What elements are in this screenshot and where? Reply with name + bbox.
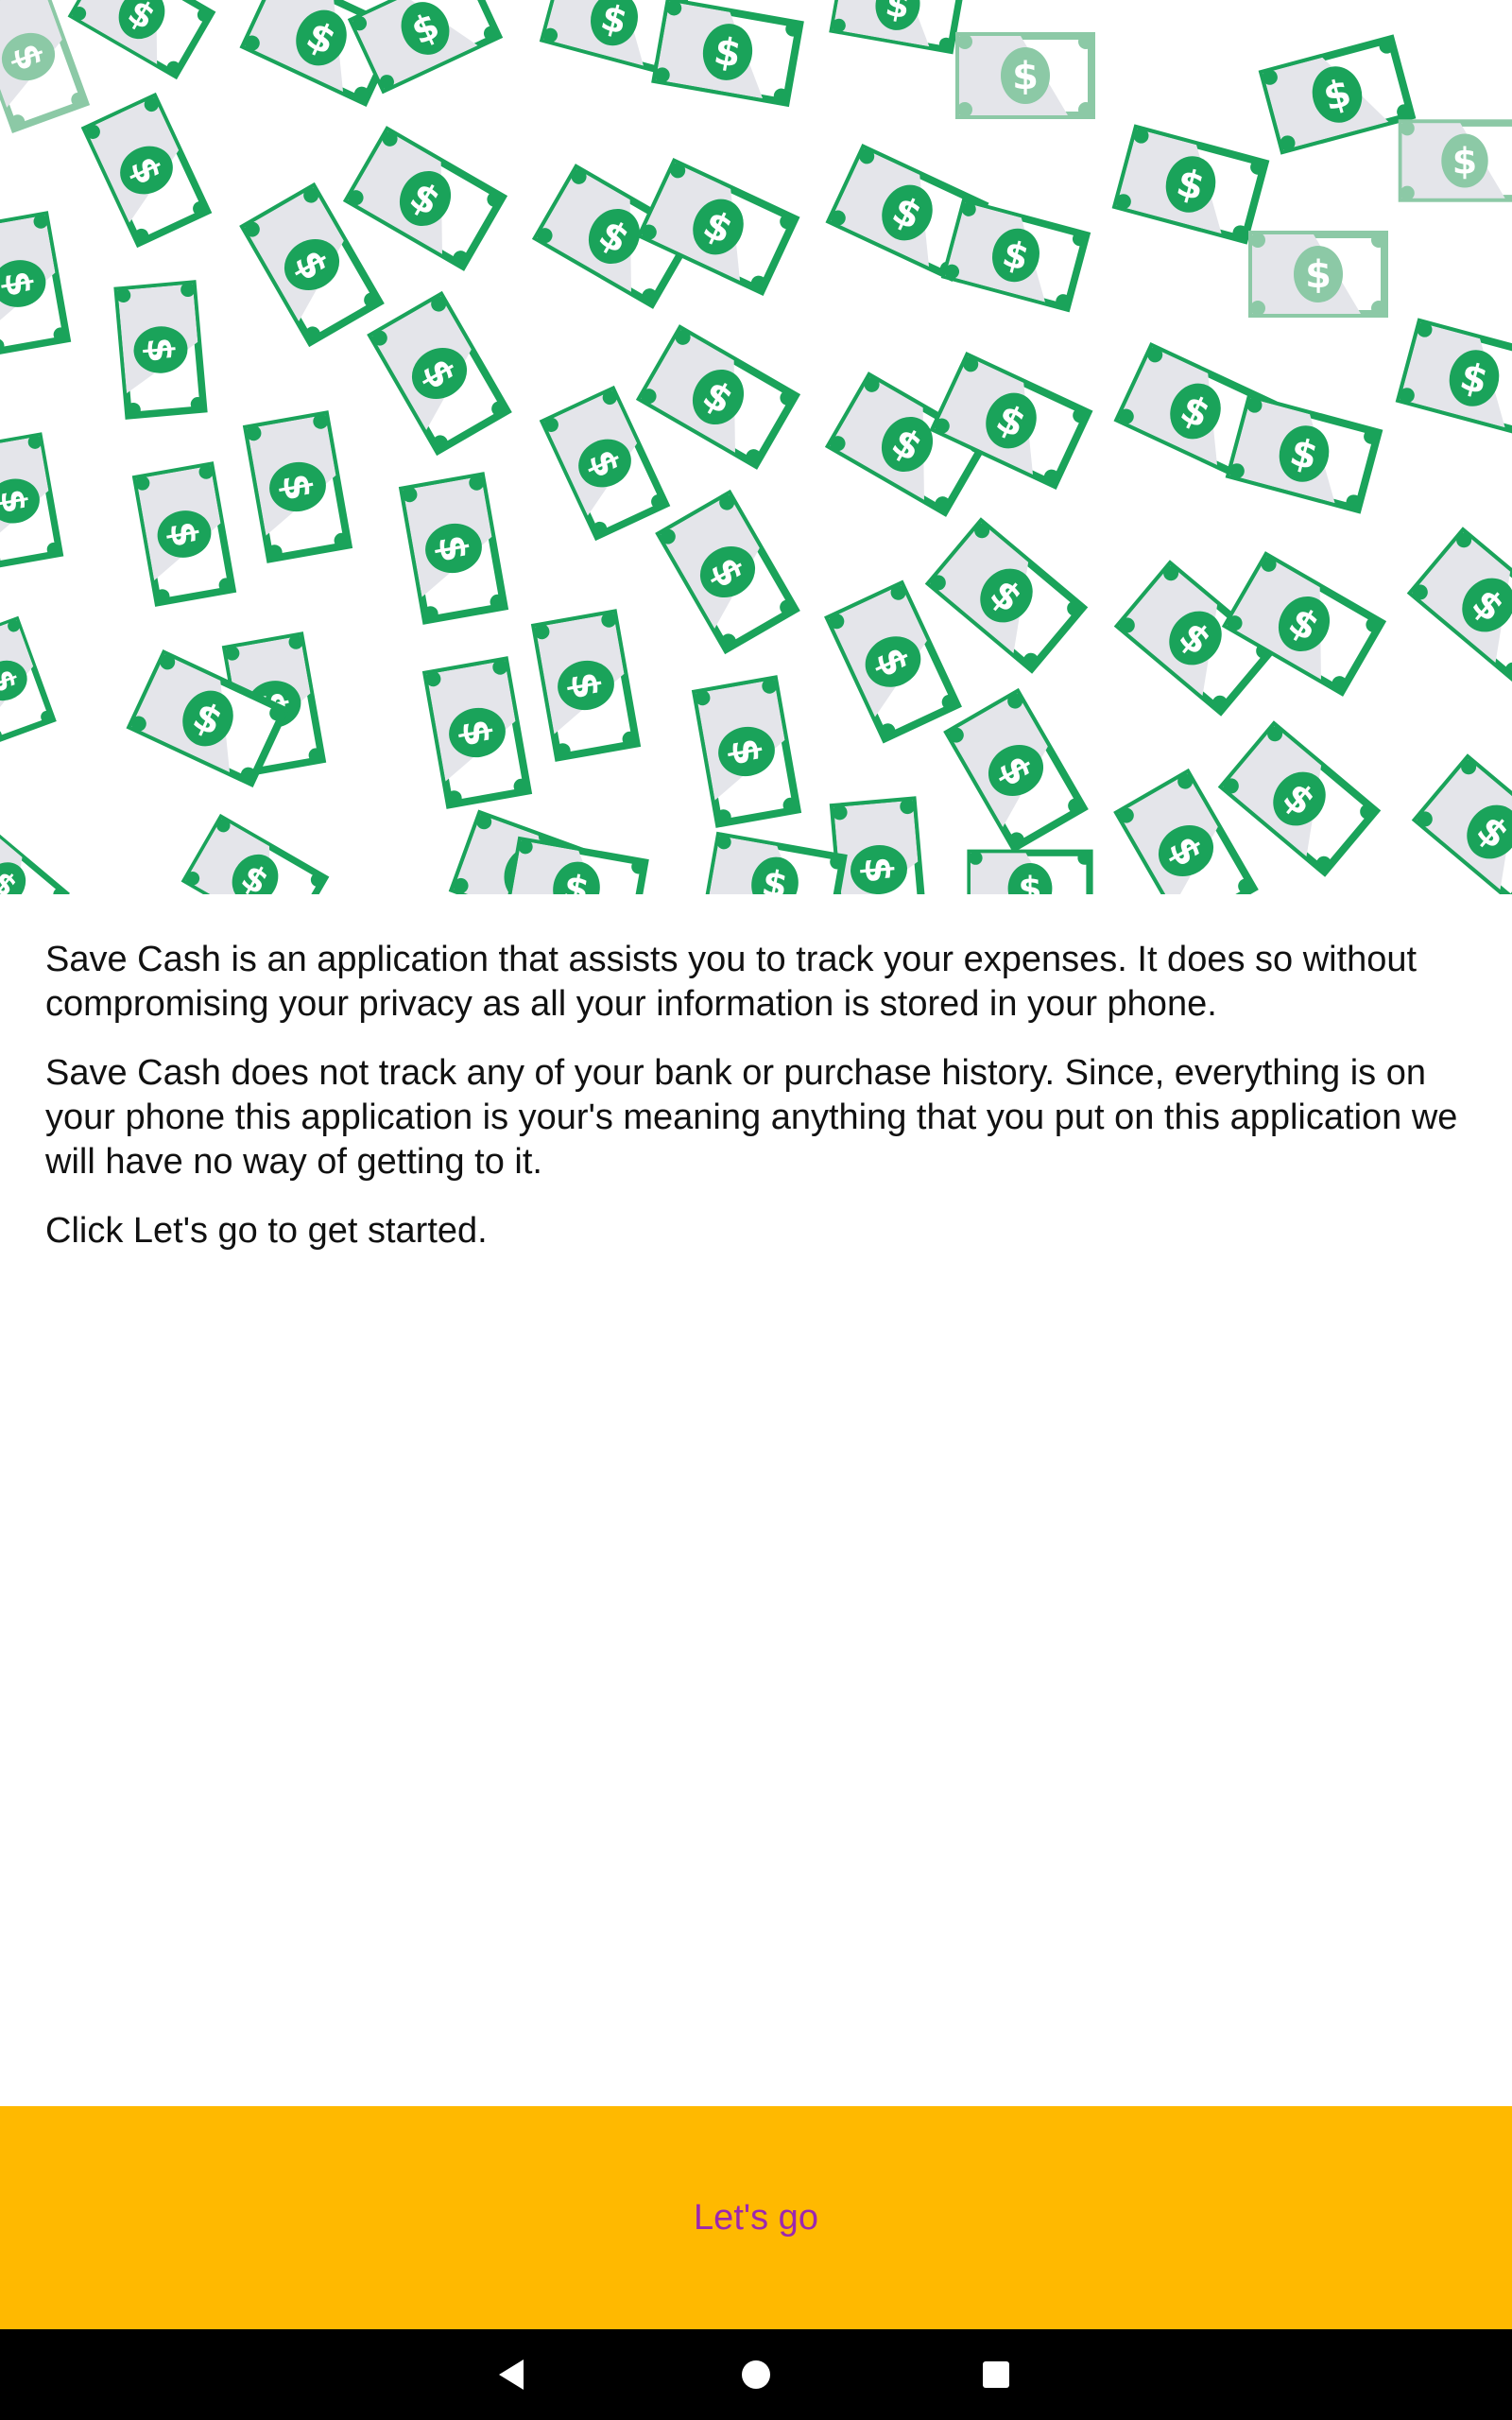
dollar-bill-icon: [946, 691, 1086, 851]
dollar-bill-icon: [0, 618, 55, 743]
dollar-bill-icon: [832, 798, 926, 894]
dollar-bill-icon: [0, 434, 61, 567]
dollar-bill-icon: [653, 0, 801, 105]
dollar-bill-icon: [533, 611, 639, 759]
welcome-screen: $ $ Save Cash is an application that ass…: [0, 0, 1512, 2420]
dollar-bill-icon: [957, 34, 1093, 117]
dollar-bill-icon: [827, 582, 960, 741]
dollar-bill-icon: [1114, 127, 1267, 242]
dollar-bill-icon: [83, 95, 210, 245]
lets-go-label: Let's go: [694, 2197, 818, 2238]
dollar-bill-icon: [694, 677, 799, 825]
dollar-bill-icon: [1410, 529, 1512, 681]
dollar-bill-icon: [424, 658, 530, 806]
recents-button[interactable]: [939, 2329, 1053, 2420]
home-button[interactable]: [699, 2329, 813, 2420]
hero-illustration: $ $: [0, 0, 1512, 894]
dollar-bill-icon: [0, 823, 68, 894]
lets-go-button[interactable]: Let's go: [0, 2106, 1512, 2329]
dollar-bill-icon: [639, 327, 799, 467]
dollar-bill-icon: [369, 294, 509, 454]
dollar-bill-icon: [70, 0, 214, 78]
dollar-bill-icon: [831, 0, 964, 52]
dollar-bill-icon: [245, 412, 351, 561]
intro-paragraph-3: Click Let's go to get started.: [45, 1211, 488, 1251]
dollar-bill-icon: [1415, 756, 1512, 894]
dollar-bill-icon: [1228, 396, 1381, 511]
dollar-bill-icon: [541, 388, 668, 538]
dollar-bill-icon: [506, 838, 646, 894]
back-button[interactable]: [455, 2329, 569, 2420]
dollar-bill-icon: [928, 520, 1086, 671]
dollar-bill-icon: [0, 213, 69, 354]
dollar-bill-icon: [969, 851, 1091, 894]
intro-text: Save Cash is an application that assists…: [45, 938, 1472, 1278]
dollar-bill-icon: [1400, 121, 1512, 200]
dollar-bill-icon: [943, 200, 1089, 310]
dollar-bill-icon: [1221, 723, 1379, 874]
dollar-bill-icon: [115, 282, 205, 418]
home-icon: [742, 2360, 770, 2389]
back-icon: [499, 2360, 524, 2390]
dollar-bill-icon: [704, 834, 845, 894]
dollar-bill-icon: [658, 493, 798, 652]
intro-paragraph-1: Save Cash is an application that assists…: [45, 940, 1418, 1024]
dollar-bill-icon: [1250, 233, 1386, 316]
dollar-bill-icon: [1398, 320, 1512, 436]
system-navigation-bar: [0, 2329, 1512, 2420]
dollar-bill-icon: [134, 463, 234, 604]
intro-paragraph-2: Save Cash does not track any of your ban…: [45, 1053, 1458, 1182]
dollar-bill-icon: [346, 129, 506, 268]
dollar-bill-icon: [183, 816, 327, 894]
dollar-bill-icon: [401, 474, 507, 622]
dollar-bill-icon: [1261, 37, 1414, 152]
recents-icon: [983, 2361, 1009, 2388]
money-rain-illustration: $ $: [0, 0, 1512, 894]
